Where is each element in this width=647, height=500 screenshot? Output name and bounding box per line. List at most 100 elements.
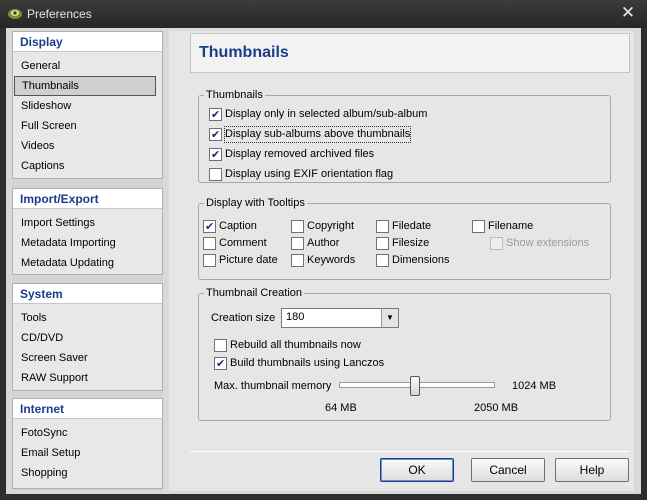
ok-button[interactable]: OK — [380, 458, 454, 482]
copyright-checkbox[interactable] — [291, 220, 304, 233]
button-divider — [190, 451, 630, 452]
rebuild-thumbnails-option: Rebuild all thumbnails now — [214, 338, 414, 353]
filename-checkbox[interactable] — [472, 220, 485, 233]
memory-value: 1024 MB — [512, 380, 557, 392]
creation-size-dropdown[interactable]: 180 ▼ — [281, 308, 399, 328]
sidebar-item-import-settings[interactable]: Import Settings — [14, 213, 156, 233]
option-label: Picture date — [219, 254, 278, 266]
sidebar-section-title: Display — [13, 32, 162, 52]
option-label: Copyright — [307, 220, 355, 232]
sidebar-section-title: Internet — [13, 399, 162, 419]
rebuild-thumbnails-checkbox[interactable] — [214, 339, 227, 352]
caption-checkbox[interactable] — [203, 219, 216, 234]
sidebar-section-title: System — [13, 284, 162, 304]
sidebar-item-cd-dvd[interactable]: CD/DVD — [14, 328, 156, 348]
group-label: Display with Tooltips — [204, 197, 307, 209]
group-label: Thumbnails — [204, 89, 265, 101]
tooltip-author-option: Author — [291, 236, 371, 251]
option-label: Comment — [219, 237, 267, 249]
page-header: Thumbnails — [190, 33, 630, 73]
lanczos-option: Build thumbnails using Lanczos — [214, 356, 434, 371]
sidebar-item-shopping[interactable]: Shopping — [14, 463, 156, 483]
tooltip-picture-date-option: Picture date — [203, 253, 283, 268]
comment-checkbox[interactable] — [203, 237, 216, 250]
max-memory-label: Max. thumbnail memory — [214, 380, 332, 392]
window-title: Preferences — [27, 7, 92, 21]
sidebar-item-captions[interactable]: Captions — [14, 156, 156, 176]
sidebar: Display General Thumbnails Slideshow Ful… — [12, 31, 163, 491]
sidebar-item-general[interactable]: General — [14, 56, 156, 76]
option-label: Build thumbnails using Lanczos — [230, 357, 385, 369]
option-removed-archived: Display removed archived files — [209, 147, 529, 162]
option-label: Author — [307, 237, 340, 249]
option-label: Display using EXIF orientation flag — [225, 168, 394, 180]
selected-album-only-checkbox[interactable] — [209, 107, 222, 122]
dimensions-checkbox[interactable] — [376, 254, 389, 267]
thumbnail-creation-group: Thumbnail Creation Creation size 180 ▼ R… — [198, 287, 611, 421]
tooltip-filename-option: Filename — [472, 219, 552, 234]
sidebar-item-videos[interactable]: Videos — [14, 136, 156, 156]
option-label: Keywords — [307, 254, 356, 266]
tooltip-keywords-option: Keywords — [291, 253, 371, 268]
sidebar-item-thumbnails[interactable]: Thumbnails — [14, 76, 156, 96]
option-label: Display only in selected album/sub-album — [225, 108, 428, 120]
sidebar-section-title: Import/Export — [13, 189, 162, 209]
option-label: Filename — [488, 220, 534, 232]
filesize-checkbox[interactable] — [376, 237, 389, 250]
settings-panel: Thumbnails Thumbnails Display only in se… — [169, 31, 634, 491]
sidebar-item-email-setup[interactable]: Email Setup — [14, 443, 156, 463]
tooltips-group: Display with Tooltips Caption Comment Pi… — [198, 197, 611, 280]
option-label: Display sub-albums above thumbnails — [223, 126, 412, 143]
cancel-button[interactable]: Cancel — [471, 458, 545, 482]
option-label: Filesize — [392, 237, 430, 249]
sidebar-item-tools[interactable]: Tools — [14, 308, 156, 328]
memory-slider-thumb[interactable] — [409, 376, 420, 396]
help-button[interactable]: Help — [555, 458, 629, 482]
option-selected-album-only: Display only in selected album/sub-album — [209, 107, 529, 122]
tooltip-filedate-option: Filedate — [376, 219, 456, 234]
sidebar-section-display: Display General Thumbnails Slideshow Ful… — [12, 31, 163, 179]
author-checkbox[interactable] — [291, 237, 304, 250]
title-bar[interactable]: Preferences ✕ — [0, 0, 647, 28]
sidebar-section-import-export: Import/Export Import Settings Metadata I… — [12, 188, 163, 275]
tooltip-comment-option: Comment — [203, 236, 283, 251]
sidebar-section-system: System Tools CD/DVD Screen Saver RAW Sup… — [12, 283, 163, 391]
thumbnails-group: Thumbnails Display only in selected albu… — [198, 89, 611, 183]
picture-date-checkbox[interactable] — [203, 254, 216, 267]
tooltip-copyright-option: Copyright — [291, 219, 371, 234]
app-logo-icon — [8, 9, 22, 19]
exif-orientation-checkbox[interactable] — [209, 168, 222, 181]
creation-size-label: Creation size — [211, 312, 276, 324]
memory-max-label: 2050 MB — [474, 402, 519, 414]
option-label: Rebuild all thumbnails now — [230, 339, 361, 351]
sidebar-item-metadata-importing[interactable]: Metadata Importing — [14, 233, 156, 253]
sidebar-item-screen-saver[interactable]: Screen Saver — [14, 348, 156, 368]
sidebar-item-metadata-updating[interactable]: Metadata Updating — [14, 253, 156, 273]
sidebar-item-fotosync[interactable]: FotoSync — [14, 423, 156, 443]
option-label: Caption — [219, 220, 257, 232]
option-exif-orientation: Display using EXIF orientation flag — [209, 167, 529, 182]
removed-archived-checkbox[interactable] — [209, 147, 222, 162]
sidebar-item-slideshow[interactable]: Slideshow — [14, 96, 156, 116]
show-extensions-checkbox[interactable] — [490, 237, 503, 250]
preferences-window: Preferences ✕ Display General Thumbnails… — [0, 0, 647, 500]
lanczos-checkbox[interactable] — [214, 356, 227, 371]
creation-size-value: 180 — [286, 311, 305, 323]
tooltip-caption-option: Caption — [203, 219, 283, 234]
option-label: Show extensions — [506, 237, 590, 249]
keywords-checkbox[interactable] — [291, 254, 304, 267]
sidebar-item-raw-support[interactable]: RAW Support — [14, 368, 156, 388]
group-label: Thumbnail Creation — [204, 287, 304, 299]
sidebar-item-full-screen[interactable]: Full Screen — [14, 116, 156, 136]
option-label: Dimensions — [392, 254, 450, 266]
close-button[interactable]: ✕ — [619, 4, 637, 22]
option-label: Display removed archived files — [225, 148, 375, 160]
dialog-client-area: Display General Thumbnails Slideshow Ful… — [6, 28, 641, 494]
memory-min-label: 64 MB — [325, 402, 357, 414]
tooltip-filesize-option: Filesize — [376, 236, 456, 251]
sidebar-section-internet: Internet FotoSync Email Setup Shopping — [12, 398, 163, 489]
tooltip-dimensions-option: Dimensions — [376, 253, 456, 268]
filedate-checkbox[interactable] — [376, 220, 389, 233]
sub-albums-above-checkbox[interactable] — [209, 127, 222, 142]
option-label: Filedate — [392, 220, 432, 232]
